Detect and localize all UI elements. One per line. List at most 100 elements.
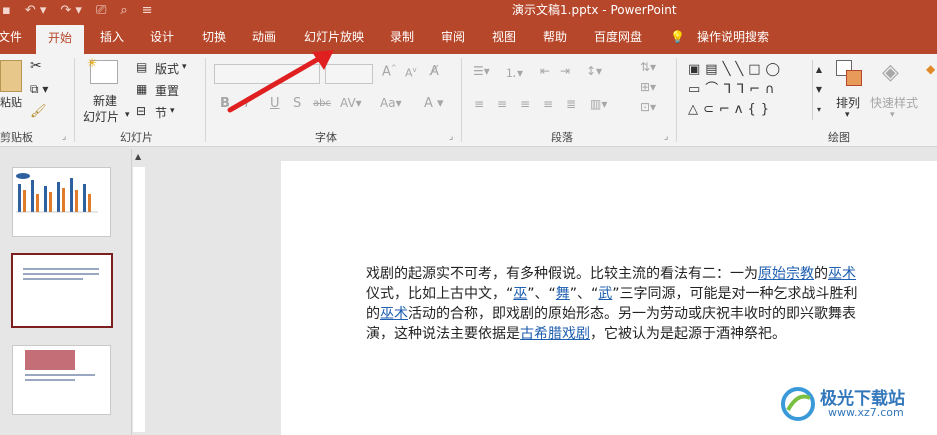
clipboard-launcher-icon[interactable]: ⌟ bbox=[62, 132, 66, 142]
text-direction-icon[interactable]: ⇅▾ bbox=[640, 60, 656, 74]
site-watermark: 极光下载站 www.xz7.com bbox=[780, 384, 937, 424]
scroll-up-icon[interactable]: ▲ bbox=[135, 152, 141, 161]
tab-help[interactable]: 帮助 bbox=[543, 20, 567, 54]
numbering-icon[interactable]: ⒈▾ bbox=[505, 64, 523, 81]
text-run: ，它被认为是起源于酒神祭祀。 bbox=[590, 326, 786, 342]
tell-me-search[interactable]: 操作说明搜索 bbox=[697, 20, 769, 54]
tab-design[interactable]: 设计 bbox=[150, 20, 174, 54]
ribbon-tab-bar: 文件 开始 插入 设计 切换 动画 幻灯片放映 录制 审阅 视图 帮助 百度网盘… bbox=[0, 20, 937, 54]
cut-icon[interactable]: ✂ bbox=[30, 58, 42, 74]
new-slide-icon[interactable]: ✳ bbox=[87, 56, 118, 84]
arrange-icon[interactable] bbox=[836, 60, 862, 88]
shapes-scroll-icon[interactable]: ▲ ▼ ▾ bbox=[812, 60, 825, 120]
preview-icon[interactable]: ⌕ bbox=[120, 3, 127, 18]
customize-qat-icon[interactable]: ≡ bbox=[142, 3, 153, 18]
text-run: ”、“ bbox=[569, 286, 599, 302]
reset-button[interactable]: 重置 bbox=[155, 82, 179, 99]
format-painter-icon[interactable]: 🖌 bbox=[30, 104, 47, 119]
hyperlink[interactable]: 古希腊戏剧 bbox=[520, 326, 590, 342]
paste-icon[interactable] bbox=[0, 60, 22, 92]
line-spacing-icon[interactable]: ↕▾ bbox=[586, 64, 602, 78]
align-text-icon[interactable]: ⊞▾ bbox=[640, 80, 656, 94]
tab-home[interactable]: 开始 bbox=[36, 25, 85, 54]
new-slide-label-2[interactable]: 幻灯片 bbox=[83, 108, 119, 125]
annotation-arrow-icon bbox=[227, 50, 334, 113]
align-left-icon[interactable]: ≡ bbox=[474, 97, 484, 111]
quick-styles-icon[interactable]: ◈ bbox=[882, 60, 908, 88]
lightbulb-icon[interactable]: 💡 bbox=[670, 20, 685, 54]
increase-indent-icon[interactable]: ⇥ bbox=[560, 64, 570, 78]
scrollbar-thumb[interactable] bbox=[133, 167, 145, 432]
align-right-icon[interactable]: ≡ bbox=[520, 97, 530, 111]
section-dropdown-icon[interactable]: ▾ bbox=[170, 106, 175, 116]
hyperlink[interactable]: 巫术 bbox=[828, 266, 856, 282]
quick-access-toolbar: ▪ ↶ ▾ ↷ ▾ ⎚ ⌕ ≡ bbox=[0, 0, 153, 20]
undo-icon[interactable]: ↶ ▾ bbox=[25, 3, 47, 18]
font-launcher-icon[interactable]: ⌟ bbox=[449, 132, 453, 142]
title-bar: ▪ ↶ ▾ ↷ ▾ ⎚ ⌕ ≡ 演示文稿1.pptx - PowerPoint bbox=[0, 0, 937, 20]
slides-group-label: 幻灯片 bbox=[120, 131, 153, 144]
text-run: ”、“ bbox=[527, 286, 556, 302]
change-case-icon[interactable]: Aa▾ bbox=[380, 96, 402, 110]
watermark-url: www.xz7.com bbox=[828, 406, 904, 419]
save-icon[interactable]: ▪ bbox=[2, 3, 11, 18]
drawing-group-label: 绘图 bbox=[828, 131, 850, 144]
ribbon-home: 粘贴 ✂ ⧉ ▾ 🖌 剪贴板 ⌟ ✳ 新建 幻灯片 ▾ ▤ 版式 ▾ ▦ 重置 … bbox=[0, 54, 937, 147]
hyperlink[interactable]: 巫术 bbox=[380, 306, 408, 322]
window-title: 演示文稿1.pptx - PowerPoint bbox=[512, 3, 677, 17]
shape-fill-icon[interactable]: ◆ bbox=[926, 62, 935, 76]
new-slide-label-1[interactable]: 新建 bbox=[93, 92, 117, 109]
paragraph-group-label: 段落 bbox=[551, 131, 573, 144]
thumbnail-scrollbar[interactable]: ▲ bbox=[131, 149, 147, 435]
redo-icon[interactable]: ↷ ▾ bbox=[60, 3, 82, 18]
chart-thumbnail-icon bbox=[16, 173, 98, 213]
hyperlink[interactable]: 舞 bbox=[556, 286, 570, 302]
tab-insert[interactable]: 插入 bbox=[100, 20, 124, 54]
shapes-gallery[interactable]: ▣▤╲╲□◯ ▭⌒ᒣᒣ⌐∩ △⊂⌐ʌ{} bbox=[688, 60, 810, 120]
bullets-icon[interactable]: ☰▾ bbox=[473, 64, 490, 78]
distributed-icon[interactable]: ≣ bbox=[566, 97, 576, 111]
tab-file[interactable]: 文件 bbox=[0, 20, 22, 54]
paragraph-launcher-icon[interactable]: ⌟ bbox=[664, 132, 668, 142]
hyperlink[interactable]: 巫 bbox=[513, 286, 527, 302]
section-button[interactable]: 节 bbox=[155, 104, 167, 121]
arrange-dropdown-icon[interactable]: ▾ bbox=[845, 110, 850, 120]
tab-review[interactable]: 审阅 bbox=[441, 20, 465, 54]
arrange-button[interactable]: 排列 bbox=[836, 94, 860, 111]
smartart-icon[interactable]: ⊡▾ bbox=[640, 100, 656, 114]
section-icon[interactable]: ⊟ bbox=[136, 104, 146, 118]
slide-thumbnail-2[interactable] bbox=[11, 253, 113, 328]
slide-thumbnail-3[interactable] bbox=[12, 345, 111, 415]
decrease-indent-icon[interactable]: ⇤ bbox=[540, 64, 550, 78]
text-run: 的 bbox=[814, 266, 828, 282]
paste-label[interactable]: 粘贴 bbox=[0, 94, 22, 110]
character-spacing-icon[interactable]: AV▾ bbox=[340, 96, 362, 110]
columns-icon[interactable]: ▥▾ bbox=[590, 97, 607, 111]
tab-baidu-netdisk[interactable]: 百度网盘 bbox=[594, 20, 642, 54]
justify-icon[interactable]: ≡ bbox=[543, 97, 553, 111]
tab-record[interactable]: 录制 bbox=[390, 20, 414, 54]
layout-dropdown-icon[interactable]: ▾ bbox=[182, 62, 187, 72]
start-from-beginning-icon[interactable]: ⎚ bbox=[96, 3, 106, 18]
increase-font-icon[interactable]: A^ bbox=[382, 64, 397, 79]
slide-thumbnail-1[interactable] bbox=[12, 167, 111, 237]
hyperlink[interactable]: 武 bbox=[598, 286, 612, 302]
hyperlink[interactable]: 原始宗教 bbox=[758, 266, 814, 282]
copy-icon[interactable]: ⧉ ▾ bbox=[30, 82, 48, 97]
clear-formatting-icon[interactable]: A̸ bbox=[430, 64, 439, 79]
font-color-icon[interactable]: A ▾ bbox=[424, 96, 444, 111]
new-slide-dropdown-icon[interactable]: ▾ bbox=[125, 110, 130, 120]
align-center-icon[interactable]: ≡ bbox=[497, 97, 507, 111]
quick-styles-button[interactable]: 快速样式 bbox=[870, 94, 918, 111]
decrease-font-icon[interactable]: Av bbox=[405, 66, 417, 80]
layout-button[interactable]: 版式 bbox=[155, 60, 179, 77]
slide-text-box[interactable]: 戏剧的起源实不可考，有多种假说。比较主流的看法有二：一为原始宗教的巫术仪式，比如… bbox=[366, 264, 866, 344]
tab-view[interactable]: 视图 bbox=[492, 20, 516, 54]
reset-icon[interactable]: ▦ bbox=[136, 82, 147, 96]
watermark-logo-icon bbox=[781, 387, 815, 421]
quick-styles-dropdown-icon[interactable]: ▾ bbox=[890, 110, 895, 120]
text-run: 戏剧的起源实不可考，有多种假说。比较主流的看法有二：一为 bbox=[366, 266, 758, 282]
photo-thumbnail-icon bbox=[25, 350, 75, 370]
layout-icon[interactable]: ▤ bbox=[136, 60, 147, 74]
clipboard-group-label: 剪贴板 bbox=[0, 131, 33, 144]
